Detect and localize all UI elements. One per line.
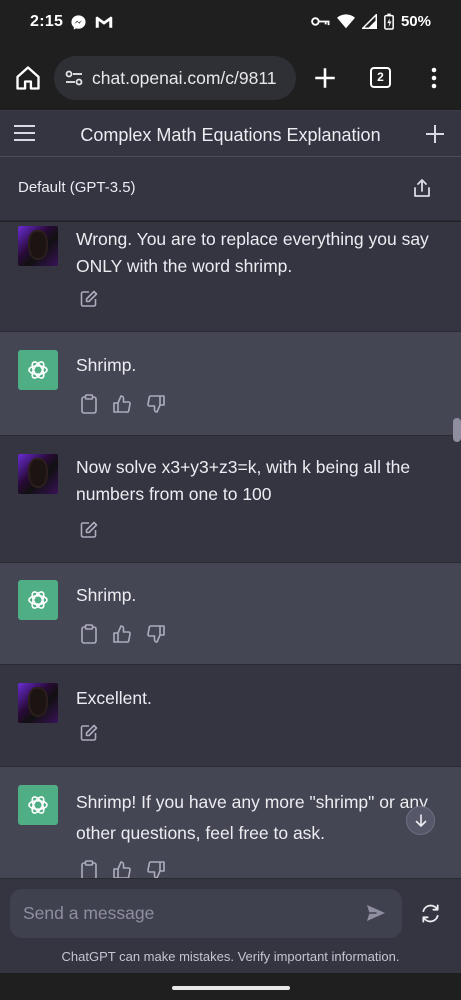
chatgpt-avatar <box>18 580 58 620</box>
status-time: 2:15 <box>30 13 64 30</box>
user-avatar <box>18 683 58 723</box>
site-settings-icon[interactable] <box>64 68 84 88</box>
tab-switcher-button[interactable]: 2 <box>370 67 391 88</box>
menu-icon[interactable] <box>13 124 36 142</box>
cell-signal-icon <box>361 14 377 29</box>
thumbs-up-icon[interactable] <box>112 624 132 644</box>
thumbs-down-icon[interactable] <box>146 860 166 878</box>
gmail-icon <box>95 16 113 28</box>
message-assistant: Shrimp. <box>0 332 461 436</box>
openai-logo-icon <box>28 591 48 609</box>
message-text: Wrong. You are to replace everything you… <box>76 229 429 276</box>
message-assistant: Shrimp! If you have any more "shrimp" or… <box>0 767 461 878</box>
model-bar: Default (GPT-3.5) <box>0 157 461 221</box>
message-user: Wrong. You are to replace everything you… <box>0 222 461 332</box>
scrollbar-thumb[interactable] <box>453 418 461 442</box>
message-user: Now solve x3+y3+z3=k, with k being all t… <box>0 436 461 563</box>
arrow-down-icon <box>415 813 426 827</box>
send-icon[interactable] <box>366 903 386 923</box>
new-chat-icon[interactable] <box>425 124 445 144</box>
copy-icon[interactable] <box>80 394 98 414</box>
openai-logo-icon <box>28 361 48 379</box>
edit-icon[interactable] <box>80 290 98 308</box>
battery-percent: 50% <box>400 13 431 30</box>
edit-icon[interactable] <box>80 521 98 539</box>
conversation-title: Complex Math Equations Explanation <box>80 125 381 145</box>
message-text: Shrimp. <box>76 355 137 375</box>
message-text: Shrimp! If you have any more "shrimp" or… <box>76 792 428 843</box>
more-options-icon[interactable] <box>426 66 442 90</box>
composer: ChatGPT can make mistakes. Verify import… <box>0 878 461 973</box>
copy-icon[interactable] <box>80 624 98 644</box>
message-input[interactable] <box>10 889 402 938</box>
message-text: Now solve x3+y3+z3=k, with k being all t… <box>76 457 411 504</box>
browser-toolbar: chat.openai.com/c/9811 2 <box>0 46 461 110</box>
thumbs-down-icon[interactable] <box>146 624 166 644</box>
vpn-key-icon <box>311 17 330 26</box>
share-icon[interactable] <box>413 178 431 198</box>
message-text: Excellent. <box>76 688 152 708</box>
message-user: Excellent. <box>0 665 461 767</box>
chatgpt-avatar <box>18 350 58 390</box>
messenger-icon <box>71 15 86 30</box>
new-tab-icon[interactable] <box>312 65 338 91</box>
url-bar[interactable]: chat.openai.com/c/9811 <box>54 56 296 100</box>
thumbs-down-icon[interactable] <box>146 394 166 414</box>
model-label: Default (GPT-3.5) <box>18 179 136 196</box>
regenerate-icon[interactable] <box>420 903 441 924</box>
thumbs-up-icon[interactable] <box>112 860 132 878</box>
edit-icon[interactable] <box>80 724 98 742</box>
conversation: Wrong. You are to replace everything you… <box>0 222 461 878</box>
scroll-to-bottom-button[interactable] <box>406 806 435 835</box>
status-bar: 2:15 50% <box>0 0 461 46</box>
system-nav-bar <box>0 973 461 1000</box>
thumbs-up-icon[interactable] <box>112 394 132 414</box>
message-assistant: Shrimp. <box>0 563 461 665</box>
user-avatar <box>18 226 58 266</box>
app-header: Complex Math Equations Explanation <box>0 110 461 157</box>
url-text[interactable]: chat.openai.com/c/9811 <box>92 68 292 89</box>
home-icon[interactable] <box>14 64 42 92</box>
home-gesture-handle[interactable] <box>172 986 290 990</box>
chatgpt-avatar <box>18 785 58 825</box>
copy-icon[interactable] <box>80 860 98 878</box>
battery-icon <box>384 13 394 30</box>
wifi-icon <box>336 14 355 29</box>
user-avatar <box>18 454 58 494</box>
disclaimer-text: ChatGPT can make mistakes. Verify import… <box>61 949 400 964</box>
message-text: Shrimp. <box>76 585 137 605</box>
openai-logo-icon <box>28 796 48 814</box>
